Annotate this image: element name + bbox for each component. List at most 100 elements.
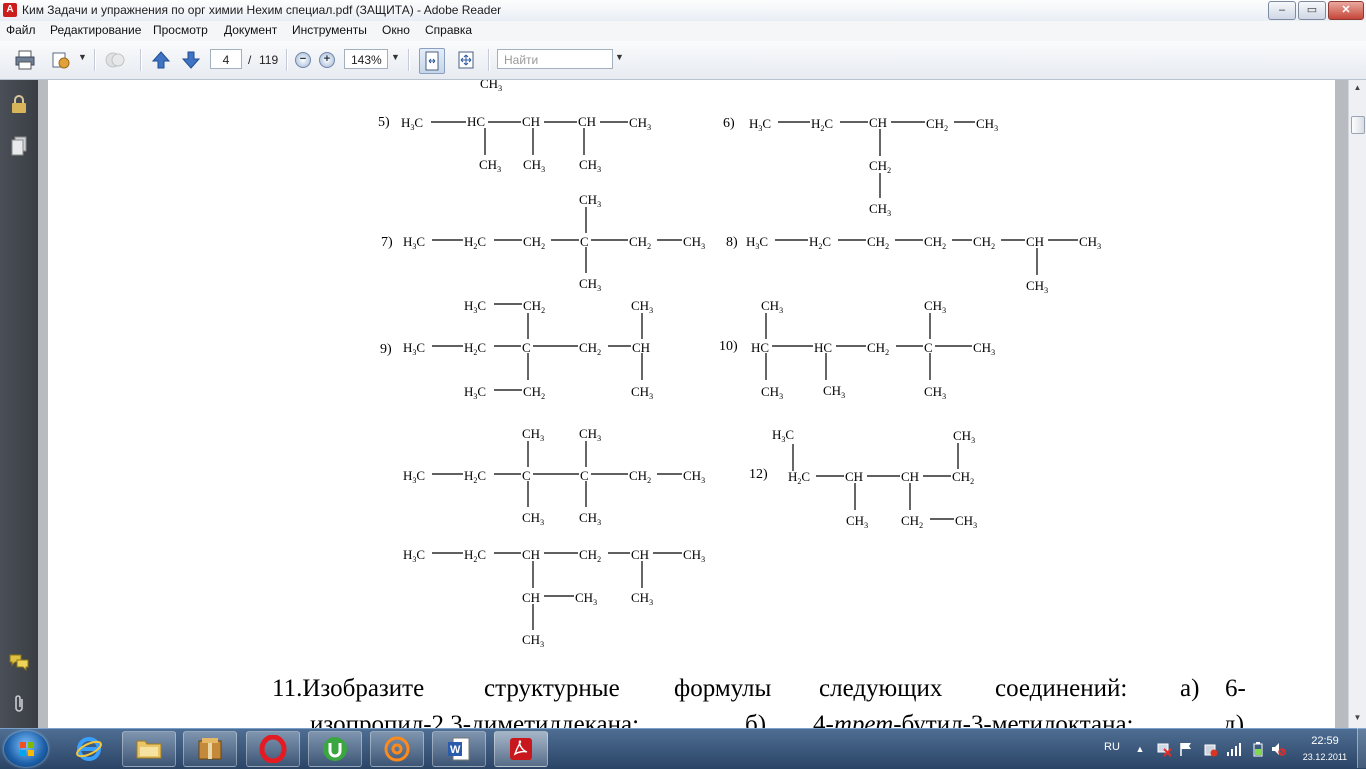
formula-8: 8)	[726, 234, 1102, 295]
battery-icon[interactable]	[1250, 741, 1266, 757]
menu-help[interactable]: Справка	[425, 23, 472, 37]
formula-6: 6)	[723, 115, 999, 218]
acrobat-icon[interactable]	[494, 731, 548, 767]
svg-text:структурные: структурные	[484, 675, 620, 702]
previous-page-icon[interactable]	[150, 50, 172, 70]
zoom-dropdown-icon[interactable]: ▼	[391, 52, 400, 62]
menu-tools[interactable]: Инструменты	[292, 23, 367, 37]
svg-text:6-: 6-	[1225, 675, 1246, 702]
adobe-reader-icon: A	[3, 3, 17, 17]
navigation-panel	[0, 80, 38, 728]
formula-9: 9)	[380, 298, 654, 401]
full-screen-icon[interactable]	[455, 50, 477, 70]
page-number-input[interactable]: 4	[210, 49, 242, 69]
mail-icon[interactable]	[370, 731, 424, 767]
structural-formulas: H3C H2C CH3 CH2 CH HC C CH3 5)	[272, 80, 1246, 728]
svg-text:8): 8)	[726, 235, 738, 250]
formula-13	[403, 547, 706, 649]
clock-date[interactable]: 23.12.2011	[1295, 752, 1355, 762]
pdf-page: H3C H2C CH3 CH2 CH HC C CH3 5)	[48, 80, 1335, 728]
fit-page-icon[interactable]	[419, 48, 445, 74]
formula-11	[403, 426, 706, 527]
start-button[interactable]	[4, 731, 48, 767]
svg-text:а): а)	[1180, 675, 1199, 702]
svg-text:12): 12)	[749, 467, 768, 482]
menu-window[interactable]: Окно	[382, 23, 410, 37]
maximize-button[interactable]: ▭	[1298, 1, 1326, 20]
svg-text:7): 7)	[381, 235, 393, 250]
opera-icon[interactable]	[246, 731, 300, 767]
archive-icon[interactable]	[183, 731, 237, 767]
explorer-icon[interactable]	[122, 731, 176, 767]
signal-strength-icon[interactable]	[1226, 741, 1242, 757]
toolbar-separator	[488, 49, 490, 71]
task-11-text: 11.Изобразите структурные формулы следую…	[272, 675, 1246, 728]
svg-text:следующих: следующих	[819, 675, 943, 702]
zoom-in-button[interactable]: +	[319, 52, 335, 68]
svg-text:W: W	[450, 744, 461, 756]
page-total: 119	[259, 53, 279, 67]
minimize-button[interactable]: –	[1268, 1, 1296, 20]
formula-7: 7)	[381, 192, 706, 293]
svg-text:4-трет-бутил-3-метилоктана;: 4-трет-бутил-3-метилоктана;	[813, 711, 1134, 728]
toolbar-separator	[140, 49, 142, 71]
taskbar: W RU ▲ 22:59 23.12.2011	[0, 728, 1366, 769]
action-center-flag-icon[interactable]	[1178, 741, 1194, 757]
menu-document[interactable]: Документ	[224, 23, 277, 37]
safely-remove-hardware-icon[interactable]	[1202, 741, 1218, 757]
menu-bar: Файл Редактирование Просмотр Документ Ин…	[0, 21, 1366, 42]
svg-text:изопропил-2,3-диметилдекана;: изопропил-2,3-диметилдекана;	[310, 711, 639, 728]
svg-text:формулы: формулы	[674, 675, 772, 702]
collaborate-icon	[104, 50, 126, 70]
attachments-icon[interactable]	[9, 694, 29, 714]
svg-text:11.Изобразите: 11.Изобразите	[272, 675, 424, 702]
toolbar: ▼ 4 / 119 − + 143% ▼ Найти ▼	[0, 41, 1366, 80]
scroll-thumb[interactable]	[1351, 116, 1365, 134]
show-hidden-icons-icon[interactable]: ▲	[1132, 741, 1148, 757]
menu-file[interactable]: Файл	[6, 23, 36, 37]
scroll-down-icon[interactable]: ▼	[1349, 710, 1366, 726]
search-dropdown-icon[interactable]: ▼	[615, 52, 624, 62]
word-icon[interactable]: W	[432, 731, 486, 767]
toolbar-separator	[408, 49, 410, 71]
pages-icon[interactable]	[9, 136, 29, 156]
system-tray: RU ▲ 22:59 23.12.2011	[1098, 729, 1366, 769]
svg-text:10): 10)	[719, 339, 738, 354]
scroll-up-icon[interactable]: ▲	[1349, 80, 1366, 96]
utorrent-icon[interactable]	[308, 731, 362, 767]
svg-text:6): 6)	[723, 116, 735, 131]
document-area[interactable]: H3C H2C CH3 CH2 CH HC C CH3 5)	[38, 80, 1348, 728]
next-page-icon[interactable]	[180, 50, 202, 70]
share-icon[interactable]	[50, 50, 72, 70]
zoom-out-button[interactable]: −	[295, 52, 311, 68]
clock-time[interactable]: 22:59	[1295, 735, 1355, 747]
close-button[interactable]: ✕	[1328, 1, 1364, 20]
svg-text:соединений:: соединений:	[995, 675, 1127, 702]
window-title: Ким Задачи и упражнения по орг химии Нех…	[22, 3, 502, 17]
menu-view[interactable]: Просмотр	[153, 23, 208, 37]
print-icon[interactable]	[14, 50, 36, 70]
vertical-scrollbar[interactable]: ▲ ▼	[1348, 80, 1366, 728]
windows-logo-icon	[20, 742, 34, 756]
toolbar-separator	[286, 49, 288, 71]
lock-icon[interactable]	[9, 94, 29, 114]
ie-icon[interactable]	[62, 731, 116, 767]
volume-muted-icon[interactable]	[1270, 741, 1286, 757]
toolbar-separator	[94, 49, 96, 71]
language-indicator[interactable]: RU	[1104, 741, 1120, 753]
zoom-level-field[interactable]: 143%	[344, 49, 388, 69]
formula-10: 10)	[719, 298, 996, 401]
svg-text:д): д)	[1223, 711, 1244, 728]
network-disconnected-icon[interactable]	[1156, 741, 1172, 757]
menu-edit[interactable]: Редактирование	[50, 23, 141, 37]
svg-text:CH3: CH3	[480, 80, 502, 93]
comments-icon[interactable]	[9, 652, 29, 672]
svg-text:5): 5)	[378, 115, 390, 130]
svg-text:б): б)	[745, 711, 766, 728]
formula-12: 12)	[749, 427, 978, 530]
share-dropdown-icon[interactable]: ▼	[78, 52, 87, 62]
show-desktop-button[interactable]	[1357, 728, 1366, 768]
formula-5: 5)	[378, 114, 652, 174]
search-input[interactable]: Найти	[497, 49, 613, 69]
top-cut-label: CH3	[480, 80, 502, 93]
